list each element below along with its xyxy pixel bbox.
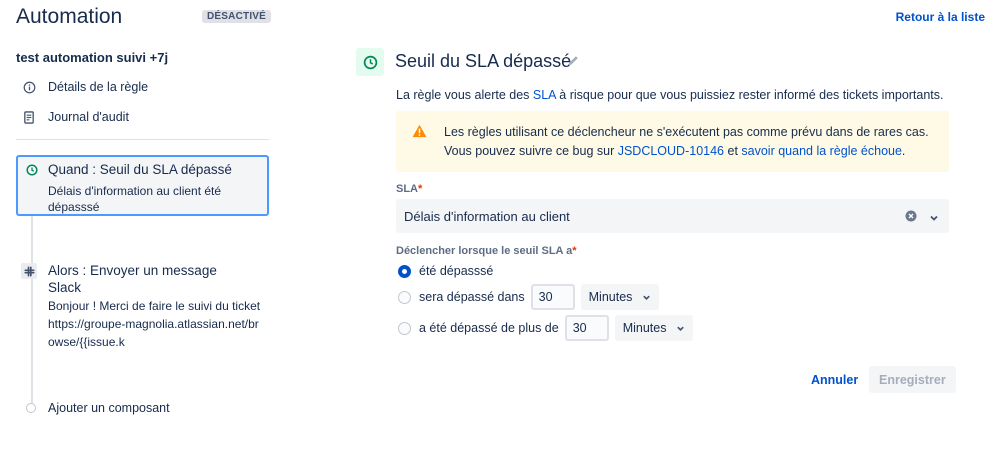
threshold-option-breached-more-than[interactable]: a été dépassé de plus de 30 Minutes [398, 315, 694, 341]
will-breach-minutes-input[interactable]: 30 [530, 284, 575, 310]
unit-select-value: Minutes [588, 290, 633, 304]
add-component-dot [26, 403, 36, 413]
sidebar-item-label: Détails de la règle [48, 80, 149, 94]
threshold-option-breached[interactable]: été dépasssé [398, 264, 493, 278]
warning-icon [412, 124, 428, 140]
warning-text: Les règles utilisant ce déclencheur ne s… [444, 123, 934, 161]
cancel-button[interactable]: Annuler [803, 366, 866, 393]
component-title: Seuil du SLA dépassé [395, 51, 572, 71]
document-icon [22, 110, 36, 124]
threshold-field-label: Déclencher lorsque le seuil SLA a* [396, 245, 577, 257]
radio-label: été dépasssé [419, 264, 494, 278]
info-icon [22, 80, 36, 94]
warning-text-part: et [724, 144, 742, 158]
sla-select-value: Délais d'information au client [404, 208, 570, 224]
label-text: SLA [396, 183, 418, 195]
clear-icon[interactable] [905, 210, 917, 222]
sla-select[interactable]: Délais d'information au client [396, 199, 949, 233]
page-title: Automation [16, 5, 123, 28]
unit-select-value: Minutes [622, 321, 667, 335]
back-to-list-link[interactable]: Retour à la liste [896, 10, 985, 24]
intro-text-part: à risque pour que vous puissiez rester i… [555, 88, 944, 102]
warning-text-part: . [901, 144, 906, 158]
trigger-clock-icon [356, 48, 384, 76]
trigger-description: Délais d'information au client été dépas… [48, 184, 222, 214]
chevron-down-icon [643, 295, 651, 300]
action-component-item[interactable]: Alors : Envoyer un message Slack Bonjour… [16, 260, 269, 360]
action-description: Bonjour ! Merci de faire le suivi du tic… [48, 299, 261, 349]
save-button[interactable]: Enregistrer [869, 366, 956, 393]
sidebar-divider [16, 139, 269, 140]
rule-failure-link[interactable]: savoir quand la règle échoue [741, 144, 902, 158]
sla-link[interactable]: SLA [533, 88, 556, 102]
action-title: Alors : Envoyer un message Slack [48, 263, 217, 295]
sla-field-label: SLA* [396, 183, 422, 195]
rule-name: test automation suivi +7j [16, 50, 169, 65]
chevron-down-icon [929, 211, 939, 221]
warning-banner: Les règles utilisant ce déclencheur ne s… [396, 111, 949, 172]
trigger-component-card[interactable]: Quand : Seuil du SLA dépassé Délais d'in… [16, 155, 269, 216]
radio-button[interactable] [398, 290, 411, 304]
status-badge: DÉSACTIVÉ [202, 10, 272, 23]
intro-text: La règle vous alerte des SLA à risque po… [396, 88, 944, 102]
sidebar-item-audit-log[interactable]: Journal d'audit [22, 110, 129, 124]
will-breach-unit-select[interactable]: Minutes [580, 284, 660, 310]
radio-label: sera dépassé dans [419, 290, 525, 304]
threshold-option-will-breach[interactable]: sera dépassé dans 30 Minutes [398, 284, 660, 310]
intro-text-part: La règle vous alerte des [396, 88, 533, 102]
label-text: Déclencher lorsque le seuil SLA a [396, 245, 573, 257]
clock-icon [26, 164, 38, 176]
radio-button[interactable] [398, 321, 411, 335]
trigger-title: Quand : Seuil du SLA dépassé [48, 162, 232, 177]
breached-more-than-unit-select[interactable]: Minutes [614, 315, 694, 341]
chevron-down-icon [677, 326, 685, 331]
sidebar-item-label: Journal d'audit [48, 110, 129, 124]
slack-icon [21, 263, 37, 279]
required-mark: * [418, 183, 423, 195]
radio-label: a été dépassé de plus de [419, 321, 559, 335]
jira-bug-link[interactable]: JSDCLOUD-10146 [618, 144, 724, 158]
radio-button[interactable] [398, 264, 411, 278]
breached-more-than-minutes-input[interactable]: 30 [564, 315, 609, 341]
sidebar-item-rule-details[interactable]: Détails de la règle [22, 80, 148, 94]
pencil-icon[interactable] [567, 54, 581, 68]
required-mark: * [572, 245, 577, 257]
add-component-button[interactable]: Ajouter un composant [48, 401, 170, 415]
